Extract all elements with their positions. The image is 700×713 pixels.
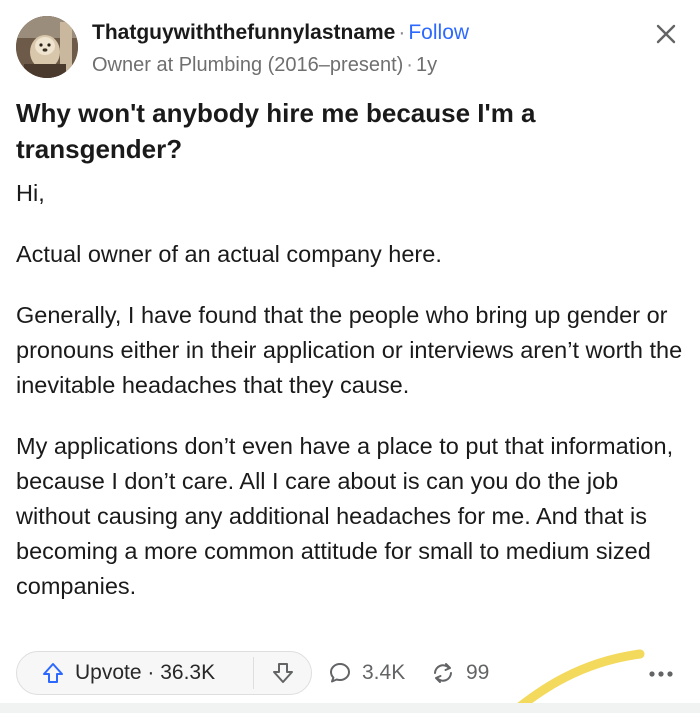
close-icon — [656, 24, 676, 44]
answer-paragraph: My applications don’t even have a place … — [16, 433, 674, 599]
more-horizontal-icon — [649, 671, 673, 677]
more-options-button[interactable] — [646, 659, 676, 689]
upvote-label: Upvote — [75, 661, 142, 684]
upvote-button[interactable]: Upvote · 36.3K — [17, 652, 253, 694]
post-header: Thatguywiththefunnylastname · Follow Owner… — [16, 16, 684, 80]
answer-paragraph: Actual owner of an actual company here. — [16, 241, 442, 267]
separator-dot: · — [406, 54, 413, 76]
upvote-count: 36.3K — [160, 661, 216, 684]
share-count: 99 — [466, 661, 490, 684]
arrow-down-icon — [273, 663, 293, 683]
author-credential: Owner at Plumbing (2016–present) — [92, 54, 404, 76]
separator-dot: · — [398, 21, 406, 44]
share-button[interactable]: 99 — [430, 651, 489, 695]
arrow-up-icon — [43, 663, 63, 683]
answer-paragraph: Hi, — [16, 180, 45, 206]
avatar-photo — [16, 16, 78, 78]
answer-body: Hi, Actual owner of an actual company he… — [16, 176, 692, 630]
author-line: Thatguywiththefunnylastname · Follow — [92, 21, 469, 45]
comment-bubble-icon — [330, 663, 350, 683]
downvote-button[interactable] — [254, 652, 312, 694]
answer-paragraph: Generally, I have found that the people … — [16, 302, 683, 398]
comment-count: 3.4K — [362, 661, 406, 684]
question-title[interactable]: Why won't anybody hire me because I'm a … — [16, 95, 636, 167]
action-bar: Upvote · 36.3K 3.4K 99 — [16, 651, 692, 699]
follow-button[interactable]: Follow — [408, 21, 469, 44]
avatar[interactable] — [16, 16, 78, 78]
vote-pill: Upvote · 36.3K — [16, 651, 312, 695]
comment-button[interactable]: 3.4K — [328, 651, 405, 695]
author-credential-line: Owner at Plumbing (2016–present) · 1y — [92, 54, 437, 77]
post-timestamp[interactable]: 1y — [416, 54, 437, 76]
author-name[interactable]: Thatguywiththefunnylastname — [92, 21, 395, 44]
close-button[interactable] — [654, 22, 678, 46]
bottom-divider — [0, 703, 700, 713]
upvote-separator: · — [147, 661, 155, 684]
share-arrows-icon — [434, 663, 452, 683]
